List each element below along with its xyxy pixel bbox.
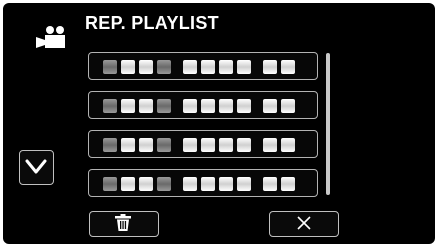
chevron-down-icon xyxy=(25,159,47,174)
delete-button[interactable] xyxy=(89,211,159,237)
playlist-item[interactable] xyxy=(88,130,318,158)
screen: REP. PLAYLIST xyxy=(3,3,435,244)
page-title: REP. PLAYLIST xyxy=(85,13,219,33)
close-icon xyxy=(297,216,311,230)
scrollbar[interactable] xyxy=(326,53,330,195)
close-button[interactable] xyxy=(269,211,339,237)
trash-icon xyxy=(115,214,131,231)
playlist-item[interactable] xyxy=(88,91,318,119)
playlist-item[interactable] xyxy=(88,52,318,80)
playlist-item[interactable] xyxy=(88,169,318,197)
scroll-down-button[interactable] xyxy=(19,150,54,185)
video-camera-icon xyxy=(36,25,68,49)
